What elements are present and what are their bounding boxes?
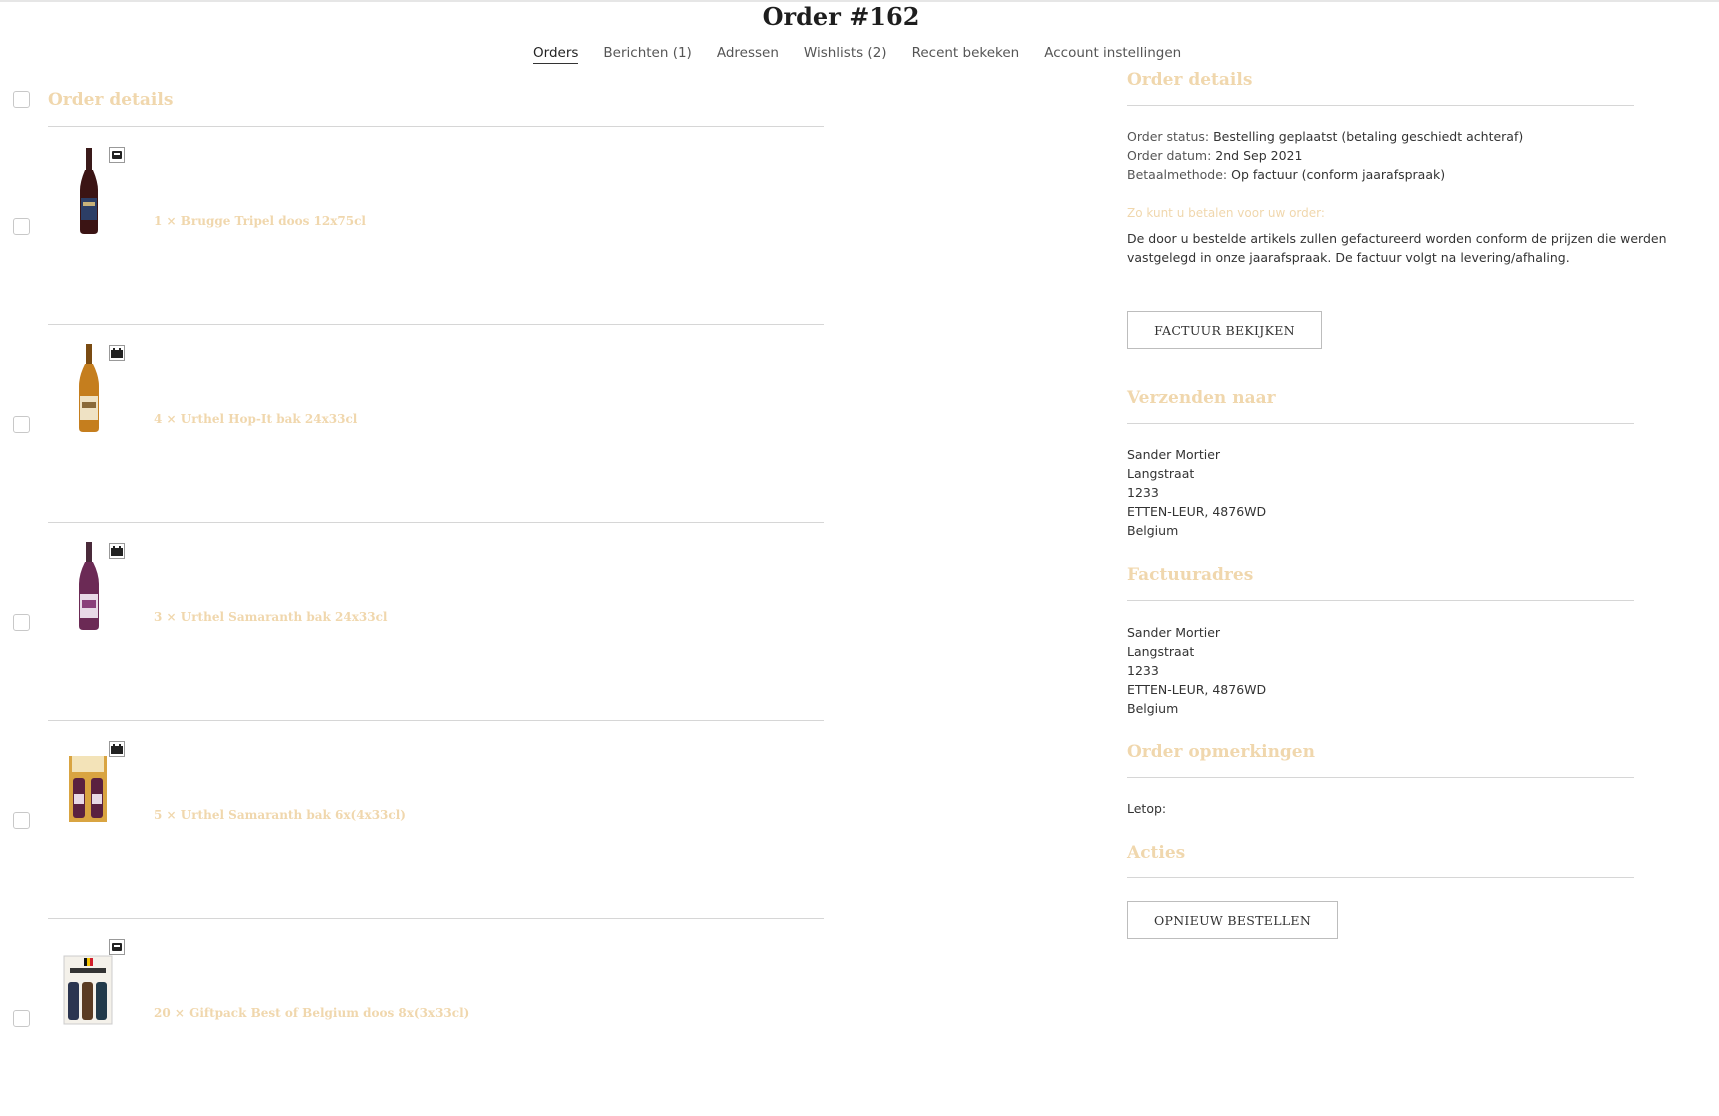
select-all-checkbox[interactable] [13,91,30,108]
remarks-text: Letop: [1127,801,1167,816]
shipping-heading: Verzenden naar [1127,388,1276,408]
order-item: 3 × Urthel Samaranth bak 24x33cl [0,522,830,720]
case-icon [109,939,125,955]
shipping-address: Sander Mortier Langstraat 1233 ETTEN-LEU… [1127,445,1266,540]
item-divider [48,324,824,325]
order-status-row: Order status: Bestelling geplaatst (beta… [1127,127,1523,146]
order-item: 1 × Brugge Tripel doos 12x75cl [0,126,830,324]
item-checkbox[interactable] [13,416,30,433]
payment-description-line-1: De door u bestelde artikels zullen gefac… [1127,231,1667,246]
crate-icon [109,741,125,757]
item-title[interactable]: 20 × Giftpack Best of Belgium doos 8x(3x… [154,1006,469,1020]
order-date-row: Order datum: 2nd Sep 2021 [1127,146,1302,165]
page-title: Order #162 [762,2,920,31]
order-status-value: Bestelling geplaatst (betaling geschiedt… [1213,129,1524,144]
section-divider [1127,105,1634,106]
order-items-heading: Order details [48,90,174,110]
reorder-button[interactable]: OPNIEUW BESTELLEN [1127,901,1338,939]
tab-recent-bekeken[interactable]: Recent bekeken [912,45,1020,64]
shipping-number: 1233 [1127,485,1159,500]
payment-description-line-2: vastgelegd in onze jaarafspraak. De fact… [1127,250,1570,265]
item-title[interactable]: 5 × Urthel Samaranth bak 6x(4x33cl) [154,808,406,822]
section-divider [1127,423,1634,424]
billing-number: 1233 [1127,663,1159,678]
section-divider [1127,777,1634,778]
billing-country: Belgium [1127,701,1179,716]
shipping-city: ETTEN-LEUR, 4876WD [1127,504,1267,519]
item-divider [48,126,824,127]
payment-hint: Zo kunt u betalen voor uw order: [1127,206,1325,220]
item-checkbox[interactable] [13,812,30,829]
shipping-name: Sander Mortier [1127,447,1221,462]
tab-berichten[interactable]: Berichten (1) [603,45,691,64]
item-checkbox[interactable] [13,614,30,631]
tab-orders[interactable]: Orders [533,45,579,64]
tab-adressen[interactable]: Adressen [717,45,779,64]
billing-name: Sander Mortier [1127,625,1221,640]
tab-wishlists[interactable]: Wishlists (2) [804,45,887,64]
item-divider [48,918,824,919]
order-details-heading: Order details [1127,70,1253,90]
billing-street: Langstraat [1127,644,1195,659]
order-item-list: 1 × Brugge Tripel doos 12x75cl 4 × Urthe… [0,126,830,1116]
billing-heading: Factuuradres [1127,565,1254,585]
order-item: 4 × Urthel Hop-It bak 24x33cl [0,324,830,522]
section-divider [1127,600,1634,601]
case-icon [109,147,125,163]
crate-icon [109,543,125,559]
order-status-label: Order status: [1127,129,1210,144]
item-title[interactable]: 3 × Urthel Samaranth bak 24x33cl [154,610,387,624]
billing-address: Sander Mortier Langstraat 1233 ETTEN-LEU… [1127,623,1266,718]
actions-heading: Acties [1127,843,1186,863]
item-title[interactable]: 4 × Urthel Hop-It bak 24x33cl [154,412,357,426]
item-divider [48,720,824,721]
order-item: 5 × Urthel Samaranth bak 6x(4x33cl) [0,720,830,918]
view-invoice-button[interactable]: FACTUUR BEKIJKEN [1127,311,1322,349]
shipping-street: Langstraat [1127,466,1195,481]
account-tabs: Orders Berichten (1) Adressen Wishlists … [533,45,1181,64]
section-divider [1127,877,1634,878]
item-checkbox[interactable] [13,1010,30,1027]
item-title[interactable]: 1 × Brugge Tripel doos 12x75cl [154,214,366,228]
item-divider [48,522,824,523]
payment-method-label: Betaalmethode: [1127,167,1228,182]
payment-method-row: Betaalmethode: Op factuur (conform jaara… [1127,165,1445,184]
order-item: 20 × Giftpack Best of Belgium doos 8x(3x… [0,918,830,1116]
item-checkbox[interactable] [13,218,30,235]
crate-icon [109,345,125,361]
remarks-heading: Order opmerkingen [1127,742,1315,762]
order-date-value: 2nd Sep 2021 [1215,148,1303,163]
payment-method-value: Op factuur (conform jaarafspraak) [1231,167,1446,182]
shipping-country: Belgium [1127,523,1179,538]
order-date-label: Order datum: [1127,148,1212,163]
billing-city: ETTEN-LEUR, 4876WD [1127,682,1267,697]
tab-account-instellingen[interactable]: Account instellingen [1044,45,1181,64]
